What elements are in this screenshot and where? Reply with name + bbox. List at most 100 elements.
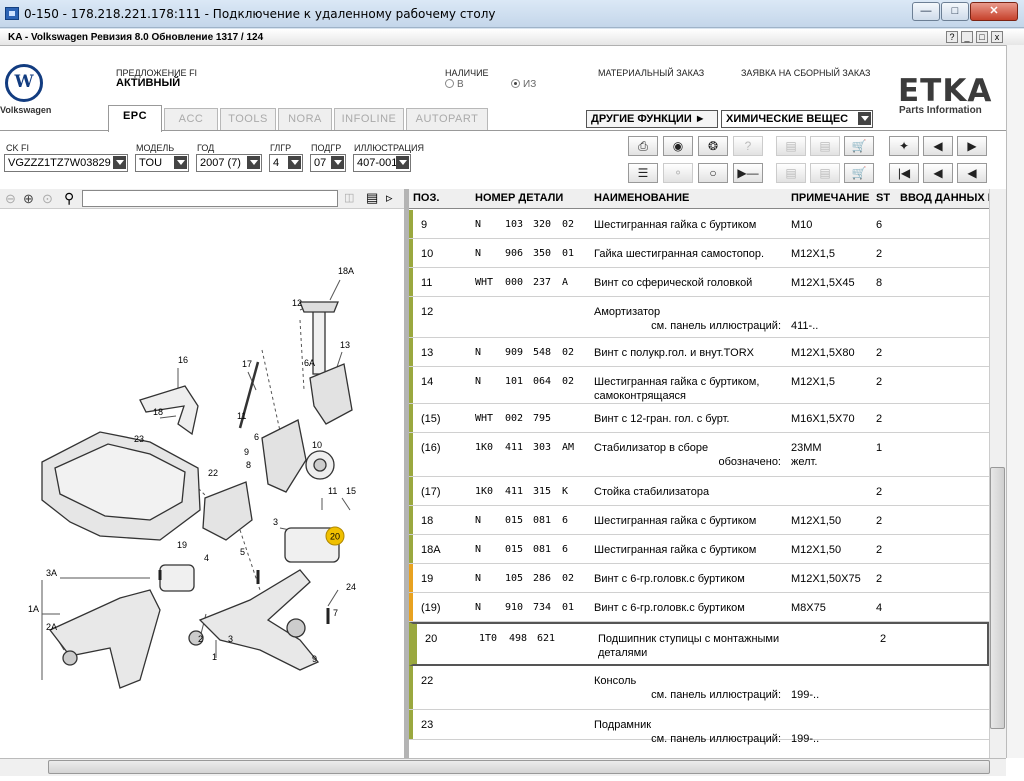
diagram-callout[interactable]: 9 xyxy=(312,654,317,664)
assembly-order-link[interactable]: ЗАЯВКА НА СБОРНЫЙ ЗАКАЗ xyxy=(741,68,870,78)
layout-icon[interactable]: ▤ xyxy=(366,190,378,206)
stock-radio-iz[interactable]: ИЗ xyxy=(511,79,536,90)
prev-page-icon[interactable]: ◀ xyxy=(923,136,953,156)
help-button[interactable]: ? xyxy=(946,31,958,43)
vin-select[interactable]: VGZZZ1TZ7W03829 xyxy=(4,154,128,172)
doc2-icon[interactable]: ▤ xyxy=(810,163,840,183)
diagram-callout[interactable]: 6 xyxy=(254,432,259,442)
elsa-icon[interactable]: ▤ xyxy=(776,136,806,156)
tab-epc[interactable]: EPC xyxy=(108,105,162,132)
diagram-callout[interactable]: 3 xyxy=(228,634,233,644)
col-part-number[interactable]: НОМЕР ДЕТАЛИ xyxy=(475,192,563,204)
illustration-select[interactable]: 407-001 xyxy=(353,154,411,172)
diagram-callout[interactable]: 3A xyxy=(46,568,57,578)
diagram-callout[interactable]: 22 xyxy=(208,468,218,478)
import-icon[interactable]: ▤ xyxy=(810,136,840,156)
diagram-callout[interactable]: 17 xyxy=(242,359,252,369)
next-page-icon[interactable]: ▶ xyxy=(957,136,987,156)
expand-icon[interactable]: ▹ xyxy=(386,190,393,206)
diagram-callout[interactable]: 7 xyxy=(333,608,338,618)
col-name[interactable]: НАИМЕНОВАНИЕ xyxy=(594,192,689,204)
diagram-callout[interactable]: 3 xyxy=(273,517,278,527)
diagram-callout[interactable]: 8 xyxy=(246,460,251,470)
table-row[interactable]: 19 N 105 286 02 Винт с 6-гр.головк.с буртиком… xyxy=(409,564,989,593)
cart-icon[interactable]: 🛒 xyxy=(844,136,874,156)
material-order-link[interactable]: МАТЕРИАЛЬНЫЙ ЗАКАЗ xyxy=(598,68,704,78)
year-select[interactable]: 2007 (7) xyxy=(196,154,262,172)
col-note[interactable]: ПРИМЕЧАНИЕ xyxy=(791,192,870,204)
disc-icon[interactable]: ◉ xyxy=(663,136,693,156)
table-row[interactable]: 18 N 015 081 6 Шестигранная гайка с буртиком M… xyxy=(409,506,989,535)
print-icon[interactable]: ⎙ xyxy=(628,136,658,156)
vehicle-icon[interactable]: ❂ xyxy=(698,136,728,156)
table-row[interactable]: 12 Амортизатор см. панель иллюстраций: 411-… xyxy=(409,297,989,338)
table-row[interactable]: (16) 1K0 411 303 AM Стабилизатор в сборе обозн… xyxy=(409,433,989,477)
stock-radio-b[interactable]: В xyxy=(445,79,464,90)
list-icon[interactable]: ☰ xyxy=(628,163,658,183)
col-pos[interactable]: ПОЗ. xyxy=(413,192,439,204)
parts-illustration[interactable]: 18A 12 13 16 17 6A 18 11 6 9 8 23 22 10 11 15 3 19 4 5 3A 24 7… xyxy=(0,210,404,740)
col-data-entry[interactable]: ВВОД ДАННЫХ П xyxy=(900,192,996,204)
prev-icon[interactable]: ◀ xyxy=(923,163,953,183)
diagram-callout[interactable]: 9 xyxy=(244,447,249,457)
tab-acc[interactable]: ACC xyxy=(164,108,218,130)
back-icon[interactable]: ◀ xyxy=(957,163,987,183)
table-row[interactable]: 22 Консоль см. панель иллюстраций: 199-.. xyxy=(409,666,989,710)
diagram-callout[interactable]: 1A xyxy=(28,604,39,614)
diagram-callout[interactable]: 13 xyxy=(340,340,350,350)
minimize-button[interactable]: — xyxy=(912,2,940,21)
diagram-callout[interactable]: 2A xyxy=(46,622,57,632)
table-row[interactable]: 18A N 015 081 6 Шестигранная гайка с буртиком… xyxy=(409,535,989,564)
table-row[interactable]: (17) 1K0 411 315 K Стойка стабилизатора 2 xyxy=(409,477,989,506)
close-button[interactable]: ✕ xyxy=(970,2,1018,21)
bike-icon[interactable]: ○ xyxy=(698,163,728,183)
diagram-callout[interactable]: 11 xyxy=(328,486,337,496)
diagram-callout[interactable]: 1 xyxy=(212,652,217,662)
table-row[interactable]: 13 N 909 548 02 Винт с полукр.гол. и внут.TOR… xyxy=(409,338,989,367)
first-icon[interactable]: |◀ xyxy=(889,163,919,183)
doc-icon[interactable]: ▤ xyxy=(776,163,806,183)
tab-infoline[interactable]: INFOLINE xyxy=(334,108,404,130)
table-row[interactable]: 23 Подрамник см. панель иллюстраций: 199-.. xyxy=(409,710,989,745)
arrow-minus-icon[interactable]: ▶— xyxy=(733,163,763,183)
maximize-button[interactable]: □ xyxy=(941,2,969,21)
tab-nora[interactable]: NORA xyxy=(278,108,332,130)
app-minimize-button[interactable]: _ xyxy=(961,31,973,43)
diagram-callout[interactable]: 16 xyxy=(178,355,188,365)
tab-autopart[interactable]: AUTOPART xyxy=(406,108,488,130)
diagram-callout[interactable]: 2 xyxy=(198,634,203,644)
search-part-icon[interactable]: ? xyxy=(733,136,763,156)
table-row[interactable]: 11 WHT 000 237 A Винт со сферической головкой… xyxy=(409,268,989,297)
table-row[interactable]: 20 1T0 498 621 Подшипник ступицы с монтажным… xyxy=(409,622,989,666)
col-st[interactable]: ST xyxy=(876,192,890,204)
diagram-callout[interactable]: 5 xyxy=(240,547,245,557)
zoom-out-icon[interactable]: ⊖ xyxy=(5,191,16,207)
diagram-callout[interactable]: 18A xyxy=(338,266,354,276)
illustration-search-input[interactable] xyxy=(82,190,338,207)
table-scrollbar-thumb[interactable] xyxy=(990,467,1005,729)
key-icon[interactable]: ⚬ xyxy=(663,163,693,183)
table-row[interactable]: 10 N 906 350 01 Гайка шестигранная самостопор… xyxy=(409,239,989,268)
diagram-callout[interactable]: 23 xyxy=(134,434,144,444)
chemicals-dropdown[interactable]: ХИМИЧЕСКИЕ ВЕЩЕС xyxy=(721,110,873,128)
diagram-callout[interactable]: 10 xyxy=(312,440,322,450)
table-row[interactable]: (19) N 910 734 01 Винт с 6-гр.головк.с буртик… xyxy=(409,593,989,622)
model-select[interactable]: TOU xyxy=(135,154,189,172)
tab-tools[interactable]: TOOLS xyxy=(220,108,276,130)
diagram-callout[interactable]: 4 xyxy=(204,553,209,563)
other-functions-button[interactable]: ДРУГИЕ ФУНКЦИИ ► xyxy=(586,110,718,128)
diagram-callout[interactable]: 12 xyxy=(292,298,302,308)
table-row[interactable]: 14 N 101 064 02 Шестигранная гайка с буртиком… xyxy=(409,367,989,404)
table-row[interactable]: 9 N 103 320 02 Шестигранная гайка с буртиком M… xyxy=(409,210,989,239)
window-scrollbar[interactable] xyxy=(1006,45,1024,758)
diagram-callout[interactable]: 18 xyxy=(153,407,163,417)
glgr-select[interactable]: 4 xyxy=(269,154,303,172)
diagram-callout[interactable]: 15 xyxy=(346,486,356,496)
pin-icon[interactable]: ✦ xyxy=(889,136,919,156)
table-row[interactable]: (15) WHT 002 795 Винт с 12-гран. гол. с бурт… xyxy=(409,404,989,433)
zoom-in-icon[interactable]: ⊕ xyxy=(23,191,34,207)
app-close-button[interactable]: x xyxy=(991,31,1003,43)
app-restore-button[interactable]: □ xyxy=(976,31,988,43)
podgr-select[interactable]: 07 xyxy=(310,154,346,172)
diagram-callout[interactable]: 19 xyxy=(177,540,187,550)
